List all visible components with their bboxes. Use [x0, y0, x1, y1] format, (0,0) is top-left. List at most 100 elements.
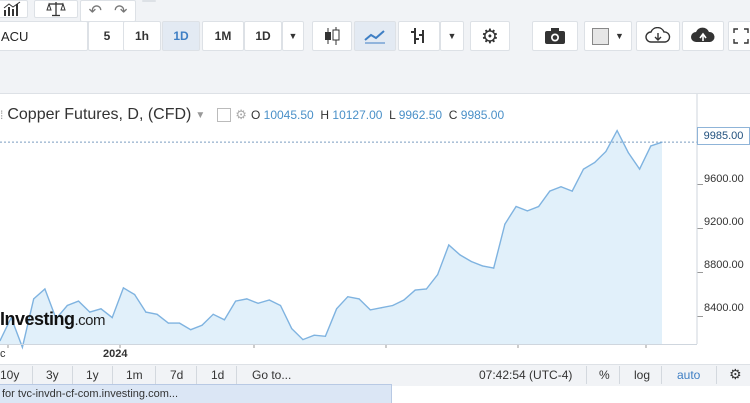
range-7d-button[interactable]: 7d: [170, 368, 183, 382]
secondary-toolbar: [0, 56, 750, 94]
candlestick-button[interactable]: [312, 21, 352, 51]
data-point: [627, 152, 629, 154]
screenshot-button[interactable]: [532, 21, 578, 51]
data-point: [235, 300, 237, 302]
settings-small-icon[interactable]: ⚙: [235, 107, 247, 123]
data-point: [358, 298, 360, 300]
compare-button[interactable]: [34, 0, 78, 18]
toolbar-spacer-button[interactable]: [142, 0, 156, 2]
data-point: [77, 300, 80, 302]
fullscreen-button[interactable]: [728, 21, 750, 51]
range-1y-button[interactable]: 1y: [86, 368, 99, 382]
data-point: [650, 145, 652, 147]
cloud-download-icon: [645, 27, 671, 43]
data-point: [122, 287, 125, 289]
time-axis-label: 2024: [103, 348, 128, 360]
data-point: [571, 190, 573, 192]
data-point: [201, 324, 203, 326]
data-point: [246, 298, 248, 300]
data-point: [369, 309, 371, 311]
data-point: [223, 319, 226, 321]
price-chart[interactable]: [0, 94, 750, 364]
undo-icon[interactable]: ↶: [89, 1, 102, 21]
auto-scale-button[interactable]: auto: [677, 368, 700, 382]
data-point: [470, 260, 472, 263]
redo-icon[interactable]: ↷: [114, 1, 127, 21]
gear-icon: ⚙: [481, 25, 499, 48]
line-chart-button[interactable]: [354, 21, 396, 51]
interval-1d-button[interactable]: 1D: [162, 21, 200, 51]
data-point: [504, 223, 506, 225]
color-square-icon: [592, 27, 609, 45]
separator: [661, 366, 662, 384]
data-point: [212, 313, 214, 315]
data-point: [257, 302, 259, 304]
ohlc-values: O 10045.50 H 10127.00 L 9962.50 C 9985.0…: [250, 108, 505, 122]
indicators-button[interactable]: [0, 0, 28, 18]
data-point: [145, 311, 147, 313]
bar-chart-button[interactable]: [398, 21, 440, 51]
data-point: [392, 304, 394, 307]
separator: [586, 366, 587, 384]
last-price-label: 9985.00: [697, 127, 750, 145]
range-1m-button[interactable]: 1m: [126, 368, 143, 382]
data-point: [493, 267, 495, 269]
visibility-icon[interactable]: [217, 108, 232, 122]
data-point: [414, 289, 416, 291]
browser-status-bar: for tvc-invdn-cf-com.investing.com...: [0, 384, 392, 403]
data-point: [638, 168, 641, 170]
data-point: [111, 317, 113, 319]
log-scale-button[interactable]: log: [634, 368, 650, 382]
data-point: [336, 308, 338, 310]
cloud-upload-icon: [691, 27, 715, 42]
data-point: [481, 265, 484, 267]
caret-down-icon: ▼: [288, 31, 298, 41]
interval-dropdown-button[interactable]: ▼: [282, 21, 304, 51]
separator: [112, 366, 113, 384]
save-chart-button[interactable]: [682, 21, 724, 51]
interval-1h-button[interactable]: 1h: [123, 21, 161, 51]
data-point: [178, 322, 181, 324]
data-point: [594, 161, 596, 164]
indicators-icon: [3, 1, 21, 16]
range-1d-button[interactable]: 1d: [211, 368, 224, 382]
candlestick-icon: [325, 27, 340, 45]
interval-5-button[interactable]: 5: [88, 21, 126, 51]
separator: [196, 366, 197, 384]
load-chart-button[interactable]: [636, 21, 680, 51]
chart-type-dropdown[interactable]: ▼: [440, 21, 464, 51]
data-point: [324, 335, 326, 337]
legend-dropdown-icon[interactable]: ▼: [195, 110, 205, 121]
data-point: [302, 339, 304, 341]
data-point: [425, 288, 427, 290]
separator: [236, 366, 237, 384]
gear-icon[interactable]: ⚙: [729, 366, 742, 383]
price-tick-label: 9600.00: [704, 173, 744, 185]
data-point: [380, 307, 383, 309]
line-chart-icon: [364, 30, 385, 44]
data-point: [44, 288, 46, 290]
data-point: [459, 254, 461, 256]
data-point: [167, 322, 169, 324]
percent-scale-button[interactable]: %: [599, 368, 610, 382]
caret-down-icon: ▼: [615, 31, 624, 41]
range-3y-button[interactable]: 3y: [46, 368, 59, 382]
settings-button[interactable]: ⚙: [470, 21, 510, 51]
data-point: [436, 274, 439, 276]
caret-down-icon: ▼: [447, 31, 457, 41]
undo-redo-group: ↶ ↷: [80, 0, 136, 22]
price-tick-label: 9200.00: [704, 216, 744, 228]
color-picker-button[interactable]: ▼: [584, 21, 632, 51]
data-point: [403, 299, 405, 301]
goto-date-button[interactable]: Go to...: [252, 368, 291, 382]
interval-dropdown-value[interactable]: 1D: [244, 21, 282, 51]
camera-icon: [545, 28, 565, 44]
data-point: [268, 299, 270, 301]
data-point: [560, 186, 562, 188]
range-10y-button[interactable]: 10y: [0, 368, 19, 382]
symbol-input[interactable]: ACU: [0, 21, 88, 51]
scale-icon: [46, 2, 66, 17]
data-point: [616, 130, 618, 132]
investing-watermark: Investing.com: [0, 309, 106, 329]
interval-1m-button[interactable]: 1M: [202, 21, 244, 51]
